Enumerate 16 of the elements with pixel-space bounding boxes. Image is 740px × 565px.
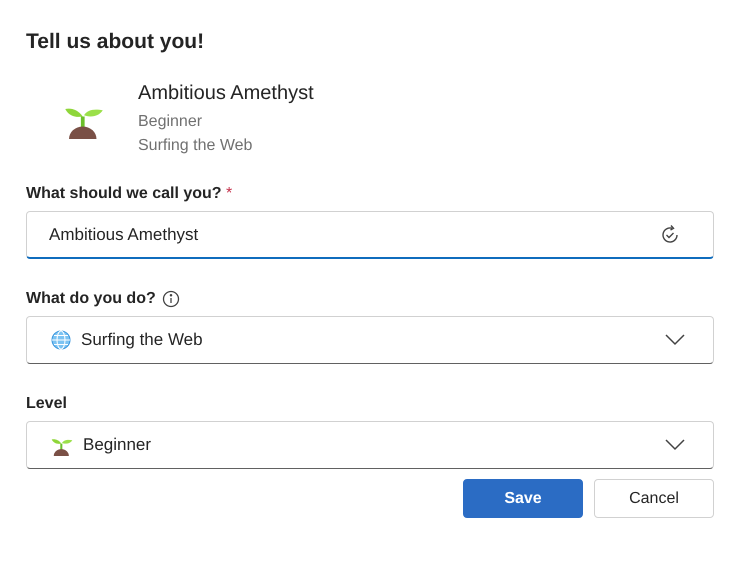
profile-name: Ambitious Amethyst xyxy=(138,81,314,106)
chevron-down-icon xyxy=(665,334,685,346)
dropdown[interactable]: Beginner xyxy=(26,421,714,469)
field-label: What do you do? xyxy=(26,289,156,309)
save-button[interactable]: Save xyxy=(463,479,583,518)
profile-activity: Surfing the Web xyxy=(138,136,254,156)
info-icon[interactable] xyxy=(162,290,180,308)
dialog-title: Tell us about you! xyxy=(26,29,206,55)
globe-icon xyxy=(51,330,71,350)
cancel-button[interactable]: Cancel xyxy=(594,479,714,518)
field-label: Level xyxy=(26,394,67,414)
name-field[interactable]: Ambitious Amethyst xyxy=(26,211,714,259)
field-label: What should we call you? * xyxy=(26,184,232,204)
chevron-down-icon xyxy=(665,439,685,451)
profile-level: Beginner xyxy=(138,112,204,132)
dropdown[interactable]: Surfing the Web xyxy=(26,316,714,364)
